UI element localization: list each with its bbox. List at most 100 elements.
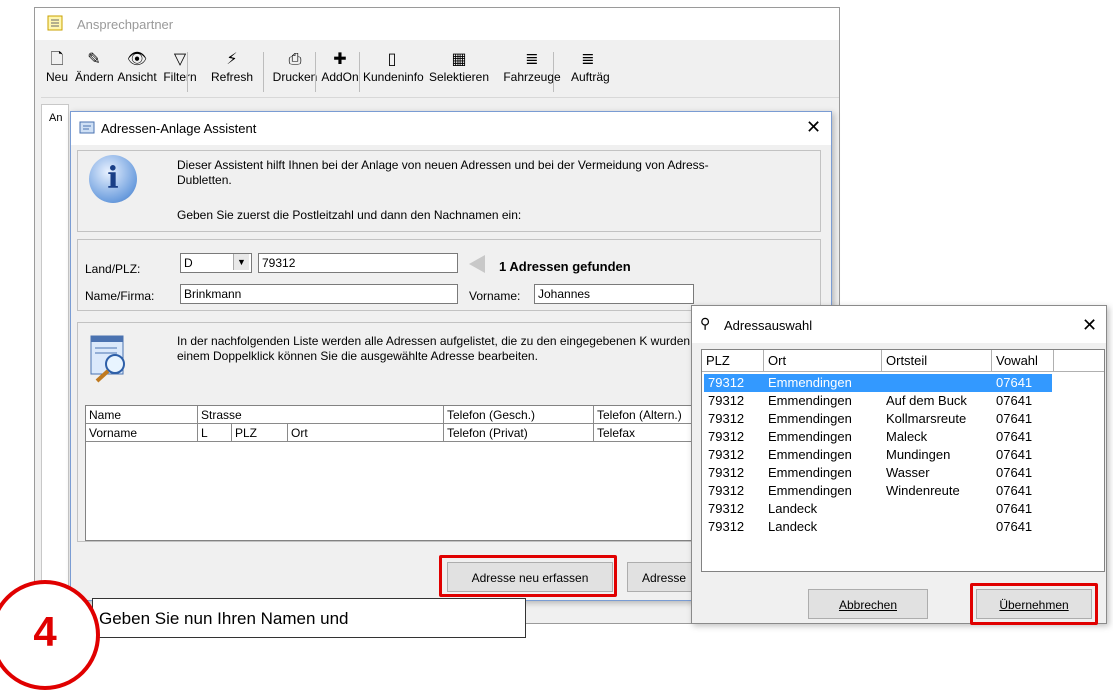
- addon-icon: ✚: [333, 49, 347, 68]
- toolbar-button-label: Neu: [45, 70, 68, 84]
- toolbar-separator: [553, 52, 554, 92]
- toolbar-button-label: Ändern: [75, 70, 114, 84]
- orders-icon: ≣: [581, 49, 595, 68]
- list-item[interactable]: 79312 Emmendingen Auf dem Buck 07641: [704, 392, 1052, 410]
- toolbar-button-label: Aufträg: [571, 70, 610, 84]
- cell-plz: 79312: [708, 465, 745, 480]
- cell-ortsteil: Maleck: [886, 429, 928, 444]
- vorname-input[interactable]: Johannes: [534, 284, 694, 304]
- toolbar-separator: [263, 52, 264, 92]
- cell-ort: Emmendingen: [768, 465, 852, 480]
- plz-input[interactable]: 79312: [258, 253, 458, 273]
- highlight-box: [439, 555, 617, 597]
- country-value: D: [184, 256, 193, 270]
- abbrechen-button[interactable]: Abbrechen: [808, 589, 928, 619]
- toolbar-button-ändern[interactable]: ✎ Ändern: [75, 48, 114, 94]
- chevron-down-icon[interactable]: ▼: [233, 254, 249, 270]
- main-titlebar: Ansprechpartner: [35, 8, 839, 40]
- toolbar-button-label: Kundeninfo: [363, 70, 424, 84]
- list-item[interactable]: 79312 Emmendingen 07641: [704, 374, 1052, 392]
- land-plz-label: Land/PLZ:: [85, 262, 141, 276]
- highlight-box: [970, 583, 1098, 625]
- name-label: Name/Firma:: [85, 289, 155, 303]
- view-icon: 👁: [126, 49, 148, 68]
- cell-plz: 79312: [708, 447, 745, 462]
- cell-ortsteil: Kollmarsreute: [886, 411, 967, 426]
- col-header-telefon-gesch[interactable]: Telefon (Gesch.): [444, 406, 594, 424]
- vehicles-icon: ≣: [525, 49, 539, 68]
- tab-label: An: [49, 112, 63, 124]
- cell-ort: Emmendingen: [768, 447, 852, 462]
- toolbar-button-label: Selektieren: [428, 70, 490, 84]
- country-select[interactable]: D ▼: [180, 253, 252, 273]
- refresh-icon: ⚡: [226, 49, 238, 68]
- cell-plz: 79312: [708, 375, 745, 390]
- col-header-telefax[interactable]: Telefax: [594, 424, 704, 442]
- filter-icon: ▽: [173, 49, 187, 68]
- col-header-name[interactable]: Name: [86, 406, 198, 424]
- cell-ortsteil: Windenreute: [886, 483, 960, 498]
- arrow-left-icon: [469, 255, 485, 273]
- address-list[interactable]: PLZ Ort Ortsteil Vowahl 79312 Emmendingen…: [701, 349, 1105, 572]
- app-icon: [47, 15, 63, 31]
- close-icon[interactable]: ✕: [806, 117, 821, 138]
- cell-plz: 79312: [708, 483, 745, 498]
- toolbar-button-label: Refresh: [210, 70, 254, 84]
- list-item[interactable]: 79312 Landeck 07641: [704, 500, 1052, 518]
- cell-ort: Emmendingen: [768, 483, 852, 498]
- col-header-ortsteil[interactable]: Ortsteil: [882, 350, 992, 372]
- toolbar-button-addon[interactable]: ✚ AddOn: [321, 48, 359, 94]
- toolbar-button-filtern[interactable]: ▽ Filtern: [159, 48, 201, 94]
- col-header-land[interactable]: L: [198, 424, 232, 442]
- col-header-ort[interactable]: Ort: [764, 350, 882, 372]
- cell-plz: 79312: [708, 429, 745, 444]
- cell-vowahl: 07641: [996, 519, 1033, 534]
- col-header-telefon-privat[interactable]: Telefon (Privat): [444, 424, 594, 442]
- found-count-text: 1 Adressen gefunden: [499, 259, 631, 274]
- cell-vowahl: 07641: [996, 483, 1033, 498]
- list-item[interactable]: 79312 Emmendingen Wasser 07641: [704, 464, 1052, 482]
- toolbar-button-drucken[interactable]: ⎙ Drucken: [271, 48, 319, 94]
- new-doc-icon: 🗋: [50, 49, 64, 68]
- toolbar-separator: [359, 52, 360, 92]
- search-list-icon: [90, 335, 125, 383]
- list-info-text: In der nachfolgenden Liste werden alle A…: [177, 334, 713, 363]
- toolbar-button-fahrzeuge[interactable]: ≣ Fahrzeuge: [497, 48, 567, 94]
- cell-ort: Emmendingen: [768, 375, 852, 390]
- toolbar-button-ansicht[interactable]: 👁 Ansicht: [117, 48, 157, 94]
- toolbar-separator: [187, 52, 188, 92]
- cell-ort: Emmendingen: [768, 393, 852, 408]
- toolbar-button-aufträg[interactable]: ≣ Aufträg: [571, 48, 610, 94]
- wizard-window-icon: [79, 121, 95, 134]
- cell-vowahl: 07641: [996, 447, 1033, 462]
- col-header-vorname[interactable]: Vorname: [86, 424, 198, 442]
- col-header-strasse[interactable]: Strasse: [198, 406, 444, 424]
- col-header-ort[interactable]: Ort: [288, 424, 444, 442]
- close-icon[interactable]: ✕: [1082, 315, 1097, 336]
- col-header-telefon-altern[interactable]: Telefon (Altern.): [594, 406, 704, 424]
- cell-ort: Landeck: [768, 519, 818, 534]
- col-header-filler: [1054, 350, 1104, 372]
- list-item[interactable]: 79312 Emmendingen Mundingen 07641: [704, 446, 1052, 464]
- toolbar: 🗋 Neu ✎ Ändern 👁 Ansicht ▽ Filtern ⚡ Refresh ⎙ Druc…: [41, 44, 839, 98]
- cell-ort: Emmendingen: [768, 411, 852, 426]
- name-input[interactable]: Brinkmann: [180, 284, 458, 304]
- cell-vowahl: 07641: [996, 393, 1033, 408]
- toolbar-button-selektieren[interactable]: ▦ Selektieren: [425, 48, 493, 94]
- toolbar-button-neu[interactable]: 🗋 Neu: [43, 48, 71, 94]
- col-header-vowahl[interactable]: Vowahl: [992, 350, 1054, 372]
- select-icon: ▦: [451, 49, 467, 68]
- toolbar-button-kundeninfo[interactable]: ▯ Kundeninfo: [363, 48, 424, 94]
- list-item[interactable]: 79312 Landeck 07641: [704, 518, 1052, 536]
- main-list-area[interactable]: [41, 104, 69, 604]
- cell-vowahl: 07641: [996, 501, 1033, 516]
- list-item[interactable]: 79312 Emmendingen Kollmarsreute 07641: [704, 410, 1052, 428]
- col-header-plz[interactable]: PLZ: [702, 350, 764, 372]
- step-number-badge: 4: [0, 580, 100, 690]
- list-item[interactable]: 79312 Emmendingen Windenreute 07641: [704, 482, 1052, 500]
- info-instruction: Geben Sie zuerst die Postleitzahl und da…: [177, 208, 522, 222]
- list-item[interactable]: 79312 Emmendingen Maleck 07641: [704, 428, 1052, 446]
- print-icon: ⎙: [288, 49, 302, 68]
- toolbar-button-refresh[interactable]: ⚡ Refresh: [209, 48, 255, 94]
- col-header-plz[interactable]: PLZ: [232, 424, 288, 442]
